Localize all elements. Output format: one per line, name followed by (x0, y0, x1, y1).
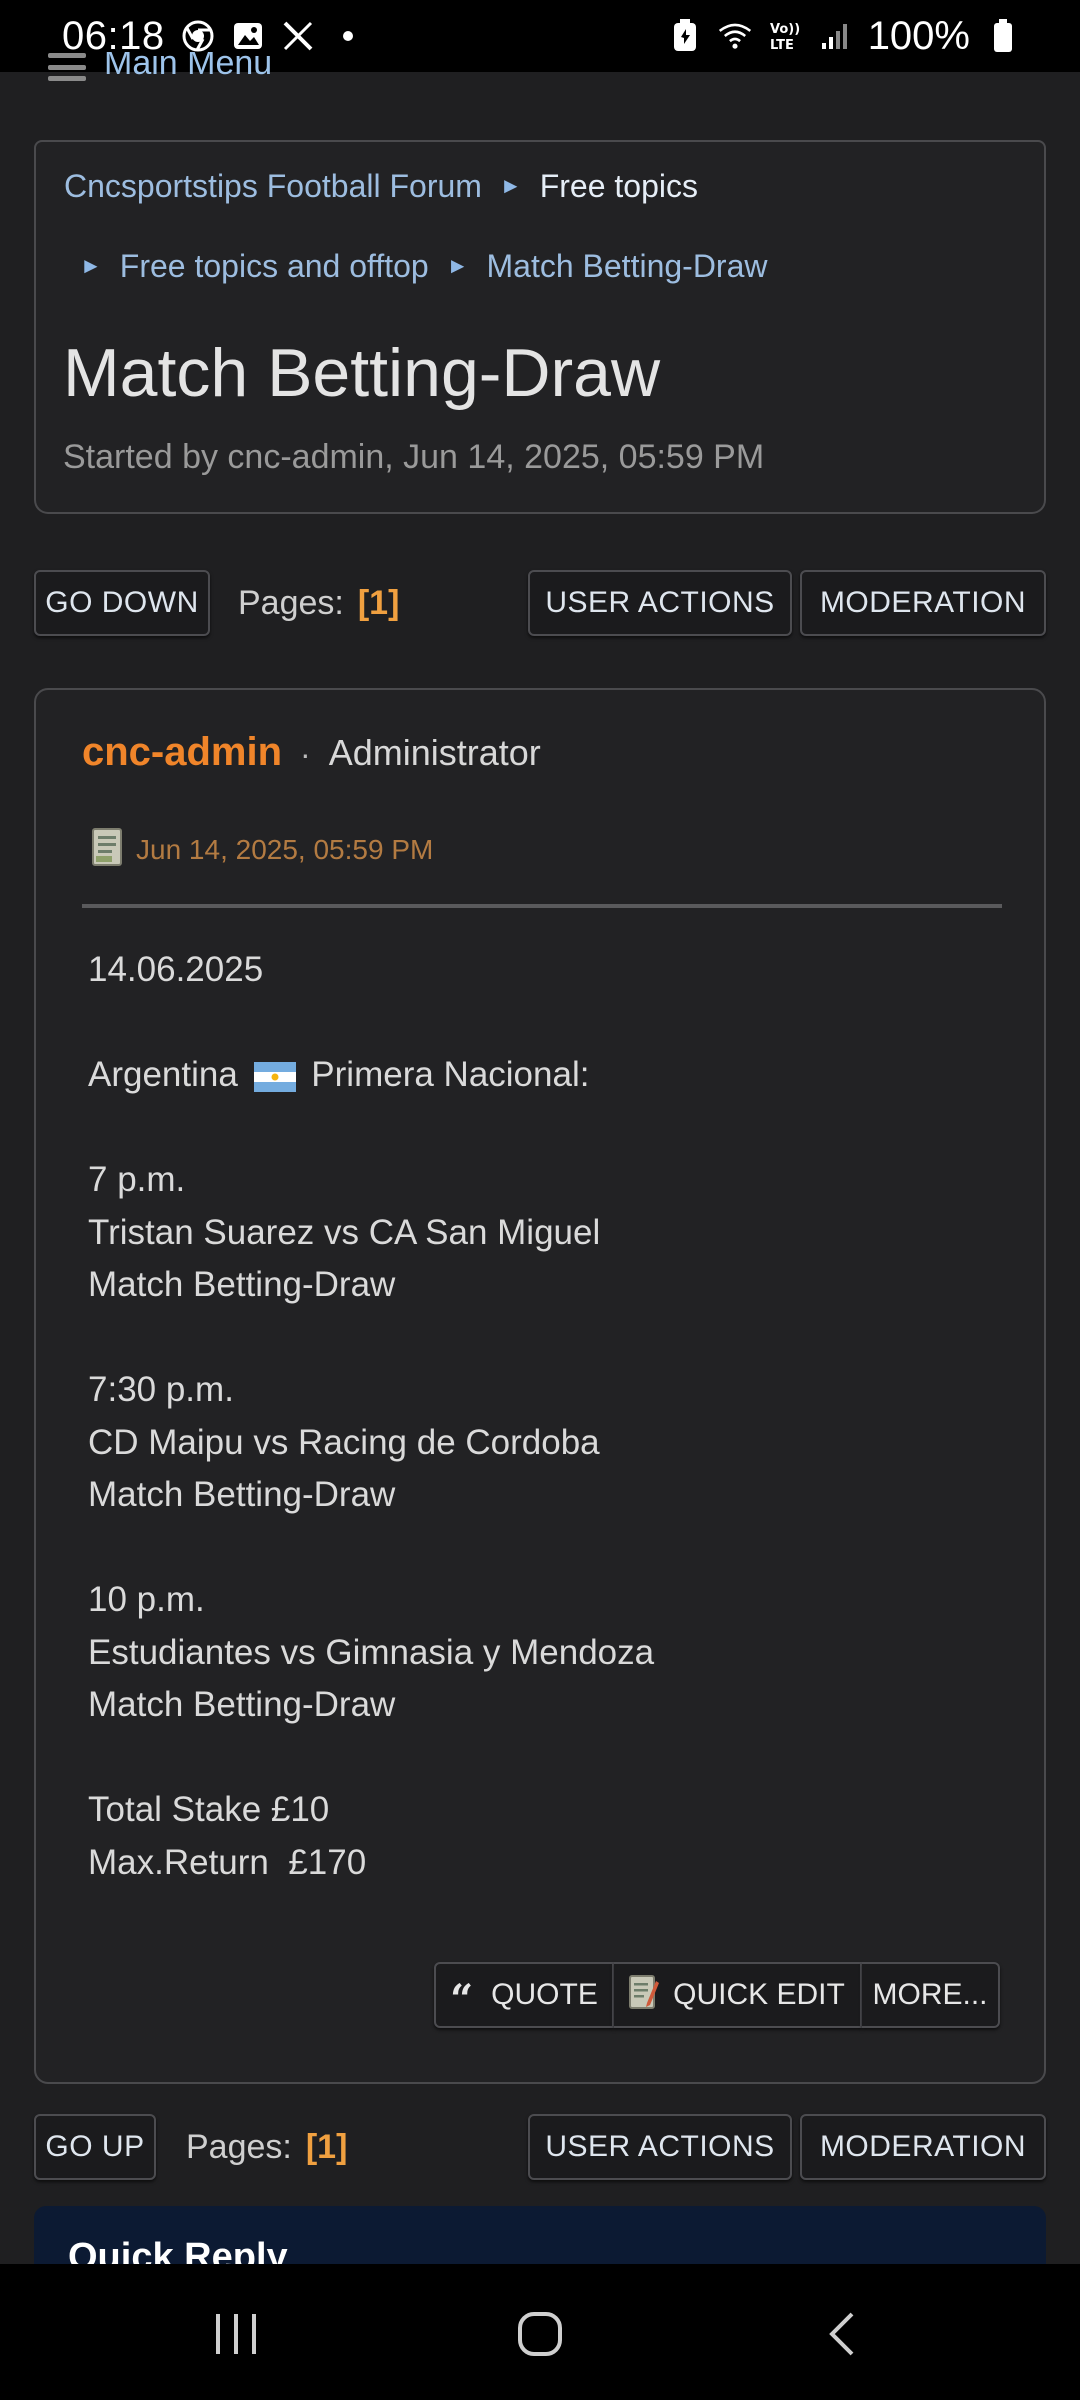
post-author-line: cnc-admin · Administrator (82, 730, 541, 775)
moderation-button[interactable]: MODERATION (800, 2114, 1046, 2180)
breadcrumb-arrow-icon: ► (80, 253, 102, 278)
go-down-button[interactable]: GO DOWN (34, 570, 210, 636)
more-button[interactable]: MORE... (862, 1962, 1000, 2028)
volte-icon: Vo)) LTE (768, 19, 802, 53)
hamburger-icon (48, 53, 86, 81)
battery-percent: 100% (867, 13, 970, 58)
system-nav-bar (0, 2264, 1080, 2400)
author-role: Administrator (328, 732, 541, 773)
bottom-action-row: GO UP Pages: [1] USER ACTIONS MODERATION (34, 2114, 1046, 2182)
topic-header: Match Betting-Draw Started by cnc-admin,… (34, 302, 1046, 514)
edit-icon (629, 1973, 673, 2017)
x-icon (281, 19, 315, 53)
quote-icon: “ (450, 1975, 474, 2023)
pages-label: Pages: (186, 2127, 292, 2166)
league-country: Argentina (88, 1055, 238, 1094)
battery-icon (986, 19, 1020, 53)
post-line-blank (88, 1102, 1008, 1155)
quick-edit-button[interactable]: QUICK EDIT (614, 1962, 862, 2028)
post-date-link[interactable]: Jun 14, 2025, 05:59 PM (136, 834, 433, 866)
chrome-icon (181, 19, 215, 53)
quote-label: QUOTE (491, 1978, 598, 2011)
wifi-icon (718, 19, 752, 53)
document-icon (92, 828, 136, 871)
match-time: 10 p.m. (88, 1580, 205, 1619)
svg-text:LTE: LTE (770, 38, 794, 53)
breadcrumb-category-link[interactable]: Free topics (540, 168, 698, 205)
post-line-blank (88, 1522, 1008, 1575)
topic-started-by: Started by cnc-admin, Jun 14, 2025, 05:5… (63, 438, 765, 476)
recent-apps-icon[interactable] (206, 2304, 266, 2364)
signal-icon (818, 19, 852, 53)
argentina-flag-icon (248, 1055, 312, 1094)
post-body: 14.06.2025 Argentina Primera Nacional: 7… (88, 944, 1008, 1889)
post-date-row: Jun 14, 2025, 05:59 PM (92, 828, 433, 871)
main-menu-label: Main Menu (104, 52, 273, 82)
top-action-row: GO DOWN Pages: [1] USER ACTIONS MODERATI… (34, 570, 1046, 638)
post-line-blank (88, 1312, 1008, 1365)
author-name-link[interactable]: cnc-admin (82, 730, 282, 775)
quick-reply-panel: Quick Reply (34, 2206, 1046, 2266)
breadcrumb-forum-link[interactable]: Cncsportstips Football Forum (64, 168, 482, 205)
current-page-link[interactable]: [1] (358, 584, 400, 623)
match-teams: CD Maipu vs Racing de Cordoba (88, 1422, 600, 1462)
breadcrumb: Cncsportstips Football Forum ► Free topi… (34, 140, 1046, 304)
battery-saver-icon (668, 19, 702, 53)
breadcrumb-arrow-icon: ► (499, 173, 522, 198)
go-up-button[interactable]: GO UP (34, 2114, 156, 2180)
match-teams: Estudiantes vs Gimnasia y Mendoza (88, 1632, 655, 1672)
author-separator: · (300, 736, 311, 772)
gallery-icon (231, 19, 265, 53)
dot-icon (331, 19, 365, 53)
back-icon[interactable] (812, 2304, 872, 2364)
match-bet: Match Betting-Draw (88, 1685, 396, 1724)
quick-reply-title[interactable]: Quick Reply (68, 2236, 288, 2266)
user-actions-button[interactable]: USER ACTIONS (528, 2114, 792, 2180)
svg-text:Vo)): Vo)) (770, 22, 800, 37)
main-menu[interactable]: Main Menu (48, 52, 272, 96)
breadcrumb-board-link[interactable]: Free topics and offtop (120, 248, 429, 285)
post-line-league: Argentina Primera Nacional: (88, 1049, 1008, 1102)
match-bet: Match Betting-Draw (88, 1475, 396, 1514)
moderation-button[interactable]: MODERATION (800, 570, 1046, 636)
breadcrumb-topic-link[interactable]: Match Betting-Draw (487, 248, 768, 285)
home-icon[interactable] (510, 2304, 570, 2364)
screen: 06:18 Vo)) LTE 100% Main Menu Cncsportst… (0, 0, 1080, 2400)
user-actions-button[interactable]: USER ACTIONS (528, 570, 792, 636)
total-stake: Total Stake £10 (88, 1790, 330, 1829)
post-divider (82, 904, 1002, 908)
league-name: Primera Nacional: (311, 1055, 590, 1094)
match-teams: Tristan Suarez vs CA San Miguel (88, 1212, 601, 1252)
breadcrumb-arrow-icon: ► (446, 253, 469, 278)
pages-label: Pages: (238, 583, 344, 622)
quick-edit-label: QUICK EDIT (673, 1978, 845, 2011)
post-line-blank (88, 997, 1008, 1050)
current-page-link[interactable]: [1] (306, 2128, 348, 2167)
pagination: Pages: [1] (186, 2114, 347, 2180)
match-bet: Match Betting-Draw (88, 1265, 396, 1304)
post-actions: “ QUOTE QUICK EDIT MORE... (434, 1962, 1000, 2028)
post-line-blank (88, 1732, 1008, 1785)
match-time: 7 p.m. (88, 1160, 186, 1199)
quote-button[interactable]: “ QUOTE (434, 1962, 614, 2028)
post-card: cnc-admin · Administrator Jun 14, 2025, … (34, 688, 1046, 2084)
match-time: 7:30 p.m. (88, 1370, 234, 1409)
page-title: Match Betting-Draw (63, 335, 661, 411)
pagination: Pages: [1] (238, 570, 399, 636)
max-return: Max.Return £170 (88, 1842, 367, 1882)
post-line-date: 14.06.2025 (88, 950, 264, 989)
